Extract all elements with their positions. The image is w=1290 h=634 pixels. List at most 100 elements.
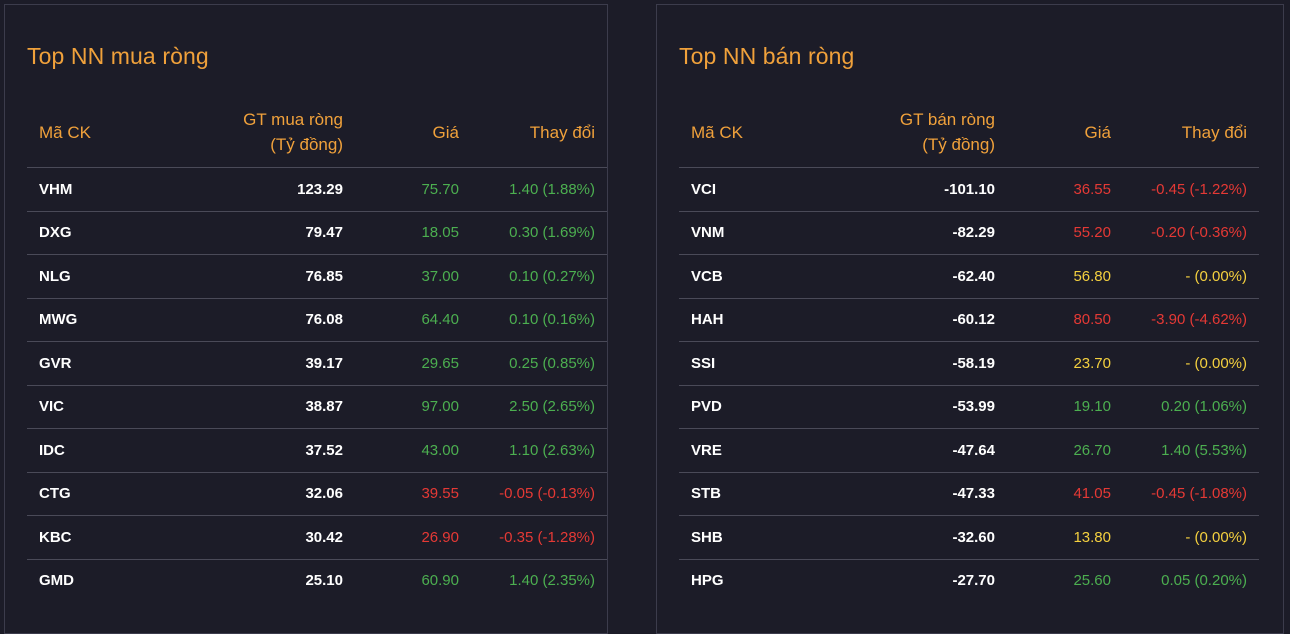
price-change: 1.40 (2.35%) <box>509 572 595 590</box>
table-row[interactable]: VIC 38.87 97.00 2.50 (2.65%) <box>27 385 607 429</box>
header-value-line2: (Tỷ đồng) <box>922 135 995 154</box>
header-value-line1: GT bán ròng <box>899 110 995 129</box>
net-value: -47.64 <box>813 428 1007 473</box>
stock-symbol[interactable]: DXG <box>27 211 161 255</box>
stock-symbol[interactable]: NLG <box>27 254 161 299</box>
table-row[interactable]: SSI -58.19 23.70- (0.00%) <box>679 341 1259 386</box>
price: 19.10 <box>1007 385 1123 429</box>
price-change: -0.45 (-1.22%) <box>1123 167 1259 212</box>
stock-symbol[interactable]: KBC <box>27 515 161 560</box>
table-row[interactable]: GVR 39.17 29.65 0.25 (0.85%) <box>27 341 607 386</box>
stock-symbol[interactable]: VIC <box>27 385 161 429</box>
stock-symbol[interactable]: VNM <box>679 211 813 255</box>
price: 75.70 <box>355 167 471 212</box>
table-header-row: Mã CK GT mua ròng (Tỷ đồng) Giá Thay đổi <box>27 97 607 168</box>
table-row[interactable]: HAH -60.12 80.50 -3.90 (-4.62%) <box>679 298 1259 342</box>
table-row[interactable]: VRE -47.64 26.70 1.40 (5.53%) <box>679 428 1259 473</box>
net-value: -32.60 <box>813 515 1007 560</box>
stock-symbol[interactable]: SHB <box>679 515 813 560</box>
price: 43.00 <box>355 428 471 473</box>
panel-title: Top NN bán ròng <box>679 43 855 69</box>
header-change[interactable]: Thay đổi <box>1123 97 1259 168</box>
header-symbol[interactable]: Mã CK <box>27 97 161 168</box>
price-change: 0.05 (0.20%) <box>1161 572 1247 590</box>
table-row[interactable]: STB -47.33 41.05 -0.45 (-1.08%) <box>679 472 1259 516</box>
header-value-line1: GT mua ròng <box>243 110 343 129</box>
table-row[interactable]: CTG 32.06 39.55 -0.05 (-0.13%) <box>27 472 607 516</box>
stock-symbol[interactable]: HPG <box>679 559 813 602</box>
net-value: -47.33 <box>813 472 1007 516</box>
price: 23.70 <box>1007 341 1123 386</box>
table-row[interactable]: KBC 30.42 26.90 -0.35 (-1.28%) <box>27 515 607 560</box>
price: 36.55 <box>1007 167 1123 212</box>
price-change: 0.20 (1.06%) <box>1123 385 1259 429</box>
price: 29.65 <box>355 341 471 386</box>
stock-symbol[interactable]: VHM <box>27 167 161 212</box>
price: 37.00 <box>355 254 471 299</box>
stock-symbol[interactable]: VCB <box>679 254 813 299</box>
stock-symbol[interactable]: HAH <box>679 298 813 342</box>
price: 55.20 <box>1007 211 1123 255</box>
table-row[interactable]: MWG 76.08 64.40 0.10 (0.16%) <box>27 298 607 342</box>
stock-symbol[interactable]: PVD <box>679 385 813 429</box>
net-value: 37.52 <box>161 428 355 473</box>
price-change: 0.30 (1.69%) <box>471 211 607 255</box>
net-value: 38.87 <box>161 385 355 429</box>
price-change: -0.45 (-1.08%) <box>1123 472 1259 516</box>
net-value: 25.10 <box>305 572 343 590</box>
table-row[interactable]: NLG 76.85 37.00 0.10 (0.27%) <box>27 254 607 299</box>
header-change[interactable]: Thay đổi <box>471 97 607 168</box>
price-change: -3.90 (-4.62%) <box>1123 298 1259 342</box>
stock-symbol[interactable]: GMD <box>27 559 161 602</box>
header-symbol[interactable]: Mã CK <box>679 97 813 168</box>
table-row[interactable]: PVD -53.99 19.10 0.20 (1.06%) <box>679 385 1259 429</box>
net-buy-table-body: VHM 123.29 75.70 1.40 (1.88%) DXG 79.47 18.05 0… <box>27 167 607 603</box>
net-sell-table-body: VCI -101.10 36.55 -0.45 (-1.22%) VNM -82.29 55… <box>679 167 1259 603</box>
table-row[interactable]: HPG -27.70 25.60 0.05 (0.20%) <box>679 559 1259 602</box>
price: 26.70 <box>1007 428 1123 473</box>
stock-symbol[interactable]: MWG <box>27 298 161 342</box>
stock-symbol[interactable]: SSI <box>679 341 813 386</box>
net-value: 79.47 <box>161 211 355 255</box>
stock-symbol[interactable]: IDC <box>27 428 161 473</box>
table-row[interactable]: DXG 79.47 18.05 0.30 (1.69%) <box>27 211 607 255</box>
net-value: -60.12 <box>813 298 1007 342</box>
net-value: 76.85 <box>161 254 355 299</box>
net-value: 30.42 <box>161 515 355 560</box>
price: 64.40 <box>355 298 471 342</box>
net-value: 32.06 <box>161 472 355 516</box>
price: 97.00 <box>355 385 471 429</box>
stock-symbol[interactable]: CTG <box>27 472 161 516</box>
table-row[interactable]: SHB -32.60 13.80- (0.00%) <box>679 515 1259 560</box>
net-value: -58.19 <box>813 341 1007 386</box>
price-change: 0.10 (0.16%) <box>471 298 607 342</box>
price-change: 0.10 (0.27%) <box>471 254 607 299</box>
table-row[interactable]: VNM -82.29 55.20 -0.20 (-0.36%) <box>679 211 1259 255</box>
table-row[interactable]: VHM 123.29 75.70 1.40 (1.88%) <box>27 167 607 212</box>
price: 56.80 <box>1007 254 1123 299</box>
stock-symbol[interactable]: VCI <box>679 167 813 212</box>
net-value: 39.17 <box>161 341 355 386</box>
table-row[interactable]: IDC 37.52 43.00 1.10 (2.63%) <box>27 428 607 473</box>
table-row[interactable]: GMD 25.10 60.90 1.40 (2.35%) <box>27 559 607 602</box>
price: 39.55 <box>355 472 471 516</box>
price: 60.90 <box>421 572 459 590</box>
stock-symbol[interactable]: VRE <box>679 428 813 473</box>
header-price[interactable]: Giá <box>355 97 471 168</box>
price-change: 2.50 (2.65%) <box>471 385 607 429</box>
stock-symbol[interactable]: STB <box>679 472 813 516</box>
top-net-buy-panel: Top NN mua ròng Mã CK GT mua ròng (Tỷ đồ… <box>4 4 608 634</box>
header-net-buy-value[interactable]: GT mua ròng (Tỷ đồng) <box>161 97 355 168</box>
stock-symbol[interactable]: GVR <box>27 341 161 386</box>
panel-title: Top NN mua ròng <box>27 43 209 69</box>
price: 18.05 <box>355 211 471 255</box>
net-value: -53.99 <box>813 385 1007 429</box>
price: 26.90 <box>355 515 471 560</box>
price-change: 1.40 (5.53%) <box>1123 428 1259 473</box>
header-net-sell-value[interactable]: GT bán ròng (Tỷ đồng) <box>813 97 1007 168</box>
table-row[interactable]: VCB -62.40 56.80- (0.00%) <box>679 254 1259 299</box>
header-price[interactable]: Giá <box>1007 97 1123 168</box>
price: 80.50 <box>1007 298 1123 342</box>
table-row[interactable]: VCI -101.10 36.55 -0.45 (-1.22%) <box>679 167 1259 212</box>
price-change: -0.05 (-0.13%) <box>471 472 607 516</box>
